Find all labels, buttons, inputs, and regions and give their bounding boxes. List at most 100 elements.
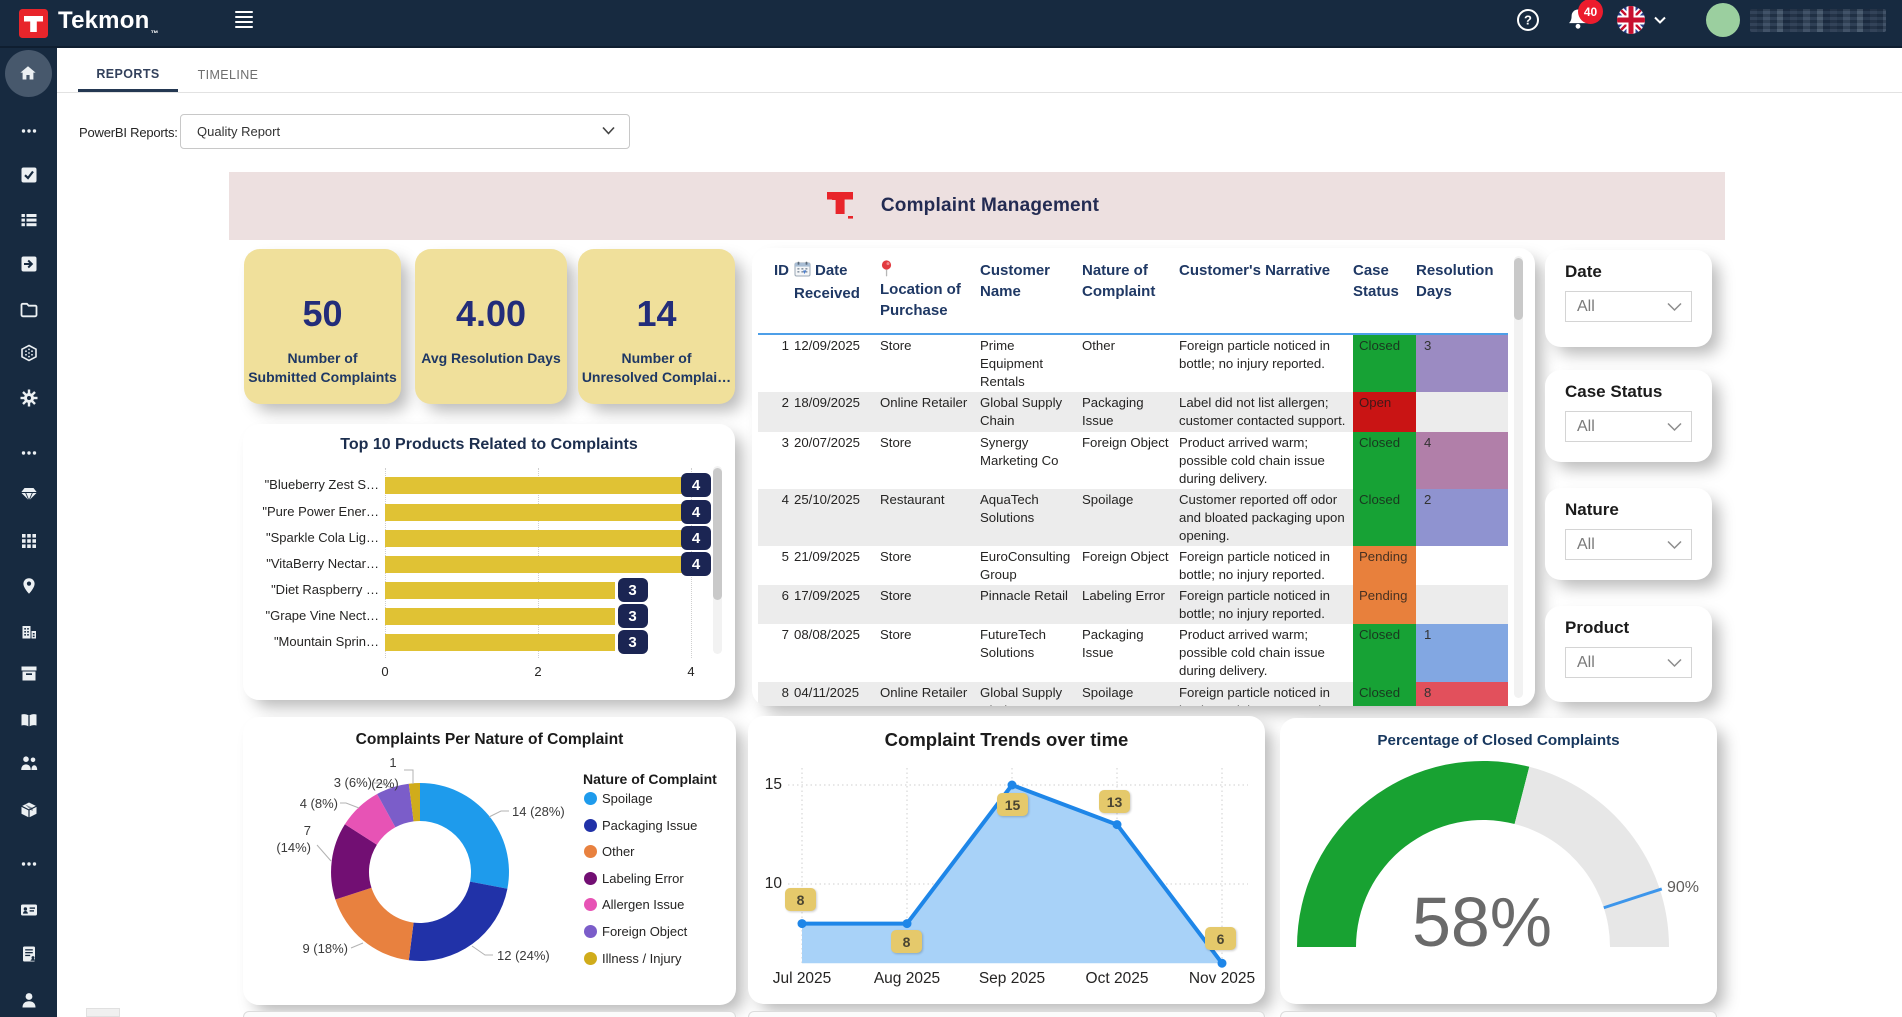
cell-date: 25/10/2025 (794, 489, 880, 546)
filter-dropdown[interactable]: All (1565, 291, 1692, 322)
sidebar-item-cube[interactable] (0, 336, 57, 370)
sidebar-item-check-square[interactable] (0, 158, 57, 192)
table-scrollbar-track[interactable] (1514, 256, 1523, 698)
ellipsis-icon (20, 444, 38, 462)
sidebar-item-id-card[interactable] (0, 893, 57, 927)
donut-slice-packaging-issue[interactable] (409, 882, 508, 961)
data-point[interactable] (1113, 820, 1122, 829)
table-row[interactable]: 521/09/2025StoreEuroConsulting GroupFore… (758, 546, 1508, 585)
legend-item[interactable]: Spoilage (584, 791, 653, 806)
sidebar-item-list[interactable] (0, 203, 57, 237)
tekmon-logo-icon[interactable] (19, 9, 48, 38)
bar[interactable] (385, 608, 615, 625)
table-row[interactable]: 617/09/2025StorePinnacle RetailLabeling … (758, 585, 1508, 624)
filter-dropdown[interactable]: All (1565, 529, 1692, 560)
col-header-narrative[interactable]: Customer's Narrative (1179, 260, 1353, 334)
kpi-card-submitted: 50 Number of Submitted Complaints (244, 249, 401, 404)
kpi-value: 4.00 (456, 293, 526, 335)
help-icon[interactable]: ? (1516, 8, 1540, 32)
filter-card-case-status: Case StatusAll (1545, 370, 1712, 462)
id-card-icon (20, 901, 38, 919)
cell-narrative: Label did not list allergen; customer co… (1179, 392, 1353, 432)
report-select-dropdown[interactable]: Quality Report (180, 114, 630, 149)
col-header-status[interactable]: Case Status (1353, 260, 1416, 334)
legend-label: Allergen Issue (602, 897, 684, 912)
col-header-customer[interactable]: Customer Name (980, 260, 1082, 334)
legend-item[interactable]: Packaging Issue (584, 818, 697, 833)
legend-item[interactable]: Foreign Object (584, 924, 687, 939)
bar[interactable] (385, 530, 691, 547)
sidebar-item-grid[interactable] (0, 524, 57, 558)
table-scrollbar-thumb[interactable] (1514, 258, 1523, 320)
bar[interactable] (385, 477, 691, 494)
tab-reports[interactable]: REPORTS (78, 58, 178, 92)
line-svg (748, 716, 1265, 1004)
col-header-days[interactable]: Resolution Days (1416, 260, 1508, 334)
cell-customer: Prime Equipment Rentals (980, 334, 1082, 392)
col-header-id[interactable]: ID (758, 260, 794, 334)
legend-item[interactable]: Other (584, 844, 635, 859)
kpi-label: Avg Resolution Days (419, 349, 563, 368)
table-row[interactable]: 425/10/2025RestaurantAquaTech SolutionsS… (758, 489, 1508, 546)
active-item-circle (5, 50, 52, 97)
kpi-value: 14 (636, 293, 676, 335)
bar[interactable] (385, 504, 691, 521)
chevron-down-icon (1654, 16, 1666, 24)
legend-item[interactable]: Allergen Issue (584, 897, 684, 912)
cell-narrative: Foreign particle noticed in bottle; no i… (1179, 546, 1353, 585)
sidebar-item-diamond[interactable] (0, 477, 57, 511)
table-row[interactable]: 112/09/2025StorePrime Equipment RentalsO… (758, 334, 1508, 392)
filter-value: All (1577, 298, 1595, 316)
sidebar-item-home-active[interactable] (0, 64, 57, 98)
cell-nature: Labeling Error (1082, 585, 1179, 624)
col-header-location[interactable]: Location of Purchase (880, 260, 980, 334)
tab-timeline[interactable]: TIMELINE (197, 58, 259, 92)
table-row[interactable]: 320/07/2025StoreSynergy Marketing CoFore… (758, 432, 1508, 489)
bar[interactable] (385, 556, 691, 573)
brand-name[interactable]: Tekmon™ (58, 7, 159, 38)
sidebar-item-ellipsis[interactable] (0, 114, 57, 148)
sidebar-item-box[interactable] (0, 793, 57, 827)
legend-item[interactable]: Illness / Injury (584, 951, 681, 966)
sidebar-item-ellipsis[interactable] (0, 436, 57, 470)
data-point[interactable] (1218, 959, 1227, 968)
sidebar-item-archive[interactable] (0, 656, 57, 690)
cell-nature: Spoilage (1082, 489, 1179, 546)
legend-dot (584, 898, 597, 911)
user-account[interactable] (1706, 3, 1886, 37)
data-point[interactable] (1008, 781, 1017, 790)
filter-dropdown[interactable]: All (1565, 647, 1692, 678)
sidebar-item-person[interactable] (0, 983, 57, 1017)
sidebar-item-pin[interactable] (0, 569, 57, 603)
donut-label-leader (340, 803, 359, 808)
table-row[interactable]: 708/08/2025StoreFutureTech SolutionsPack… (758, 624, 1508, 682)
bar[interactable] (385, 582, 615, 599)
filter-card-date: DateAll (1545, 250, 1712, 347)
legend-dot (584, 872, 597, 885)
data-point[interactable] (798, 919, 807, 928)
table-row[interactable]: 218/09/2025Online RetailerGlobal Supply … (758, 392, 1508, 432)
notifications-bell-icon[interactable]: 40 (1566, 7, 1590, 33)
donut-slice-spoilage[interactable] (420, 783, 509, 889)
language-selector[interactable] (1616, 5, 1666, 35)
bar-chart-scrollbar-thumb[interactable] (713, 468, 722, 600)
sidebar-item-ellipsis[interactable] (0, 847, 57, 881)
sidebar-item-building[interactable] (0, 614, 57, 648)
sidebar-item-gear[interactable] (0, 381, 57, 415)
col-header-nature[interactable]: Nature of Complaint (1082, 260, 1179, 334)
col-header-date[interactable]: Date Received (794, 260, 880, 334)
data-point[interactable] (903, 919, 912, 928)
legend-item[interactable]: Labeling Error (584, 871, 684, 886)
line-y-tick-label: 15 (756, 776, 782, 794)
sidebar-item-doc[interactable] (0, 937, 57, 971)
cell-narrative: Product arrived warm; possible cold chai… (1179, 432, 1353, 489)
sidebar-item-people[interactable] (0, 746, 57, 780)
sidebar-item-folder[interactable] (0, 293, 57, 327)
menu-hamburger-icon[interactable] (235, 11, 253, 28)
bar[interactable] (385, 634, 615, 651)
sidebar-item-arrow-box[interactable] (0, 247, 57, 281)
sidebar-item-book[interactable] (0, 703, 57, 737)
table-row[interactable]: 804/11/2025Online RetailerGlobal Supply … (758, 682, 1508, 706)
filter-dropdown[interactable]: All (1565, 411, 1692, 442)
report-select-value: Quality Report (197, 124, 280, 139)
